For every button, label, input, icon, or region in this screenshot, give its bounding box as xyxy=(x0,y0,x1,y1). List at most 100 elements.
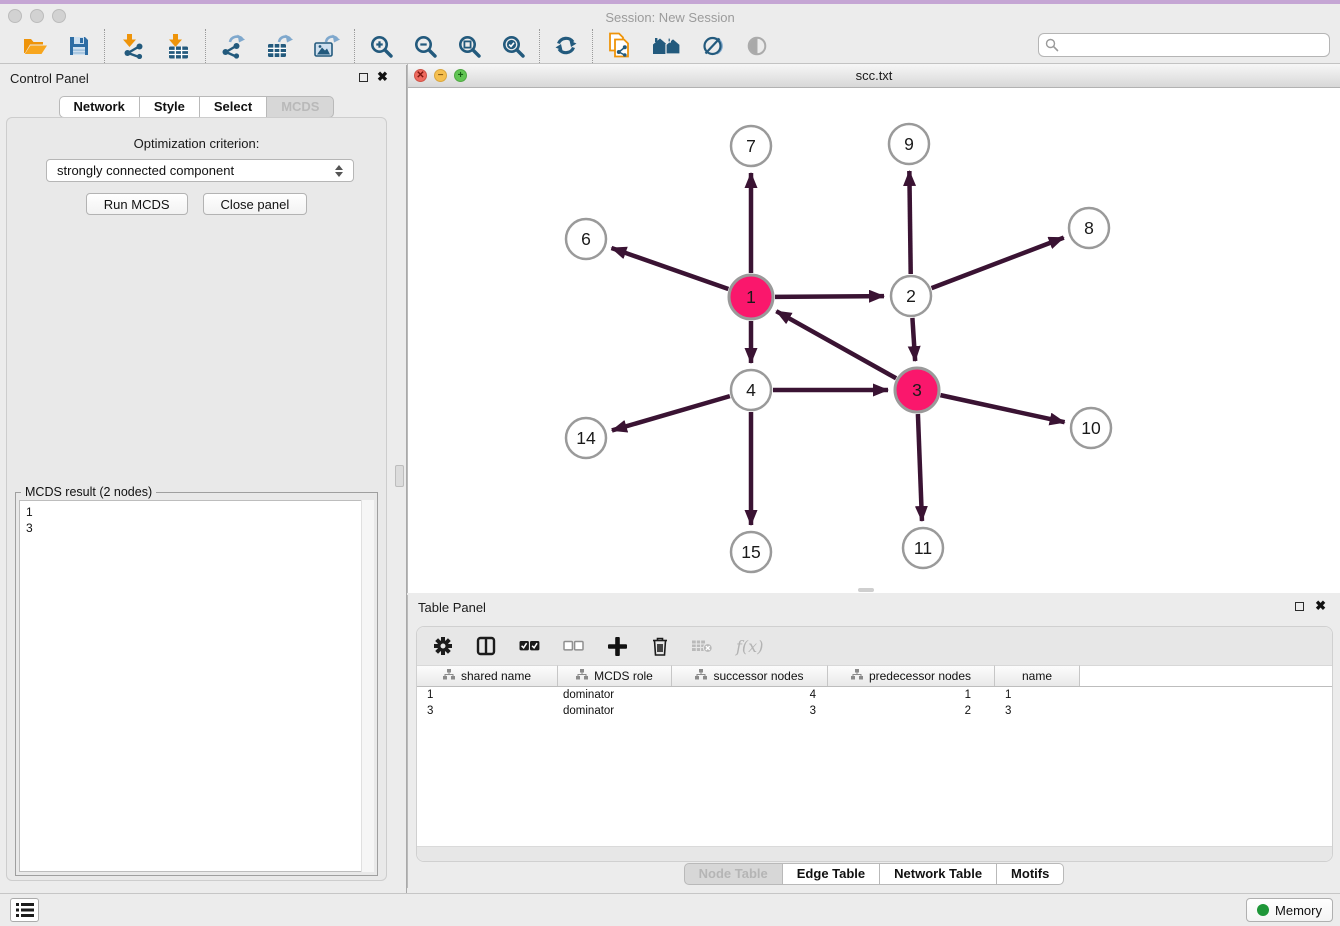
function-builder-icon[interactable]: f(x) xyxy=(736,637,763,656)
tab-node-table[interactable]: Node Table xyxy=(684,863,783,885)
graph-node-11[interactable]: 11 xyxy=(903,528,943,568)
titlebar: Session: New Session xyxy=(0,0,1340,28)
cell-shared-name[interactable]: 3 xyxy=(417,705,558,717)
settings-icon[interactable] xyxy=(433,636,453,656)
export-network-icon[interactable] xyxy=(220,33,246,59)
cell-name[interactable]: 1 xyxy=(995,689,1080,701)
edge-1-6[interactable] xyxy=(611,248,728,289)
graph-node-15[interactable]: 15 xyxy=(731,532,771,572)
network-canvas[interactable]: 7 9 6 8 1 2 4 3 14 10 15 11 xyxy=(408,88,1340,593)
graph-node-4[interactable]: 4 xyxy=(731,370,771,410)
edge-2-3[interactable] xyxy=(912,318,915,361)
table-row[interactable]: 3dominator323 xyxy=(417,703,1332,719)
graph-node-10[interactable]: 10 xyxy=(1071,408,1111,448)
zoom-out-icon[interactable] xyxy=(413,34,437,58)
svg-text:10: 10 xyxy=(1081,418,1101,438)
tab-edge-table[interactable]: Edge Table xyxy=(782,863,880,885)
search-input[interactable] xyxy=(1038,33,1330,57)
show-graphics-details-icon[interactable] xyxy=(746,35,768,57)
tree-icon xyxy=(576,669,588,683)
save-session-icon[interactable] xyxy=(68,35,90,57)
table-row[interactable]: 1dominator411 xyxy=(417,687,1332,703)
cell-MCDS-role[interactable]: dominator xyxy=(558,689,672,701)
search-icon xyxy=(1045,38,1059,57)
edge-3-10[interactable] xyxy=(940,395,1064,422)
column-header-name[interactable]: name xyxy=(995,665,1080,686)
cell-name[interactable]: 3 xyxy=(995,705,1080,717)
memory-button[interactable]: Memory xyxy=(1246,898,1333,922)
splitter-grip[interactable] xyxy=(395,465,404,487)
edge-3-11[interactable] xyxy=(918,414,922,521)
show-columns-icon[interactable] xyxy=(476,636,496,656)
edge-4-14[interactable] xyxy=(612,396,730,430)
edge-2-8[interactable] xyxy=(932,238,1064,289)
list-icon xyxy=(16,903,34,917)
zoom-selected-icon[interactable] xyxy=(501,34,525,58)
float-panel-icon[interactable] xyxy=(359,73,368,82)
table-close-icon[interactable]: ✖ xyxy=(1315,598,1326,614)
tab-motifs[interactable]: Motifs xyxy=(996,863,1064,885)
mcds-result-text[interactable]: 13 xyxy=(19,500,374,872)
graph-node-2[interactable]: 2 xyxy=(891,276,931,316)
svg-text:1: 1 xyxy=(746,287,756,307)
column-header-successor-nodes[interactable]: successor nodes xyxy=(672,665,828,686)
edge-3-1[interactable] xyxy=(776,311,896,378)
edge-2-9[interactable] xyxy=(909,171,910,274)
graph-node-8[interactable]: 8 xyxy=(1069,208,1109,248)
run-mcds-button[interactable]: Run MCDS xyxy=(86,193,188,215)
column-header-MCDS-role[interactable]: MCDS role xyxy=(558,665,672,686)
cell-successor-nodes[interactable]: 3 xyxy=(672,705,828,717)
criterion-select[interactable]: strongly connected component xyxy=(46,159,354,182)
vertical-splitter[interactable] xyxy=(393,65,407,893)
export-image-icon[interactable] xyxy=(313,33,340,59)
close-panel-button[interactable]: Close panel xyxy=(203,193,308,215)
graph-node-3[interactable]: 3 xyxy=(895,368,939,412)
delete-table-icon[interactable] xyxy=(692,638,713,654)
graph-node-14[interactable]: 14 xyxy=(566,418,606,458)
cell-MCDS-role[interactable]: dominator xyxy=(558,705,672,717)
tab-select[interactable]: Select xyxy=(199,96,267,118)
svg-text:6: 6 xyxy=(581,229,591,249)
open-session-icon[interactable] xyxy=(22,34,48,58)
select-all-icon[interactable] xyxy=(519,640,540,652)
cell-predecessor-nodes[interactable]: 2 xyxy=(828,705,995,717)
delete-column-icon[interactable] xyxy=(651,636,669,657)
tab-network-table[interactable]: Network Table xyxy=(879,863,997,885)
graph-node-6[interactable]: 6 xyxy=(566,219,606,259)
export-table-icon[interactable] xyxy=(266,33,293,59)
table-float-icon[interactable] xyxy=(1295,602,1304,611)
graph-node-9[interactable]: 9 xyxy=(889,124,929,164)
tab-style[interactable]: Style xyxy=(139,96,200,118)
graph-node-1[interactable]: 1 xyxy=(729,275,773,319)
tab-network[interactable]: Network xyxy=(59,96,140,118)
tab-mcds[interactable]: MCDS xyxy=(266,96,334,118)
cell-successor-nodes[interactable]: 4 xyxy=(672,689,828,701)
canvas-scroll-grip[interactable] xyxy=(858,588,874,592)
zoom-fit-icon[interactable] xyxy=(457,34,481,58)
unselect-all-icon[interactable] xyxy=(563,640,584,652)
task-history-button[interactable] xyxy=(10,898,39,922)
zoom-in-icon[interactable] xyxy=(369,34,393,58)
graph-node-7[interactable]: 7 xyxy=(731,126,771,166)
apply-layout-icon[interactable] xyxy=(652,35,682,57)
table-panel: Table Panel ✖ f(x) shared nameMCDS roles… xyxy=(407,595,1340,888)
first-neighbors-icon[interactable] xyxy=(607,32,632,59)
column-header-shared-name[interactable]: shared name xyxy=(417,665,558,686)
toolbar-group xyxy=(8,28,104,64)
import-table-icon[interactable] xyxy=(165,33,191,59)
column-header-predecessor-nodes[interactable]: predecessor nodes xyxy=(828,665,995,686)
node-table: f(x) shared nameMCDS rolesuccessor nodes… xyxy=(416,626,1333,862)
result-scrollbar[interactable] xyxy=(361,500,374,872)
select-stepper-icon xyxy=(335,165,343,177)
hide-graphics-details-icon[interactable] xyxy=(702,35,726,57)
add-column-icon[interactable] xyxy=(607,636,628,657)
table-toolbar: f(x) xyxy=(417,627,1332,665)
header-filler xyxy=(1080,665,1332,686)
toolbar-group xyxy=(206,28,354,64)
refresh-icon[interactable] xyxy=(554,34,578,57)
edge-1-2[interactable] xyxy=(775,296,884,297)
close-panel-icon[interactable]: ✖ xyxy=(377,69,388,85)
cell-shared-name[interactable]: 1 xyxy=(417,689,558,701)
cell-predecessor-nodes[interactable]: 1 xyxy=(828,689,995,701)
import-network-icon[interactable] xyxy=(119,33,145,59)
